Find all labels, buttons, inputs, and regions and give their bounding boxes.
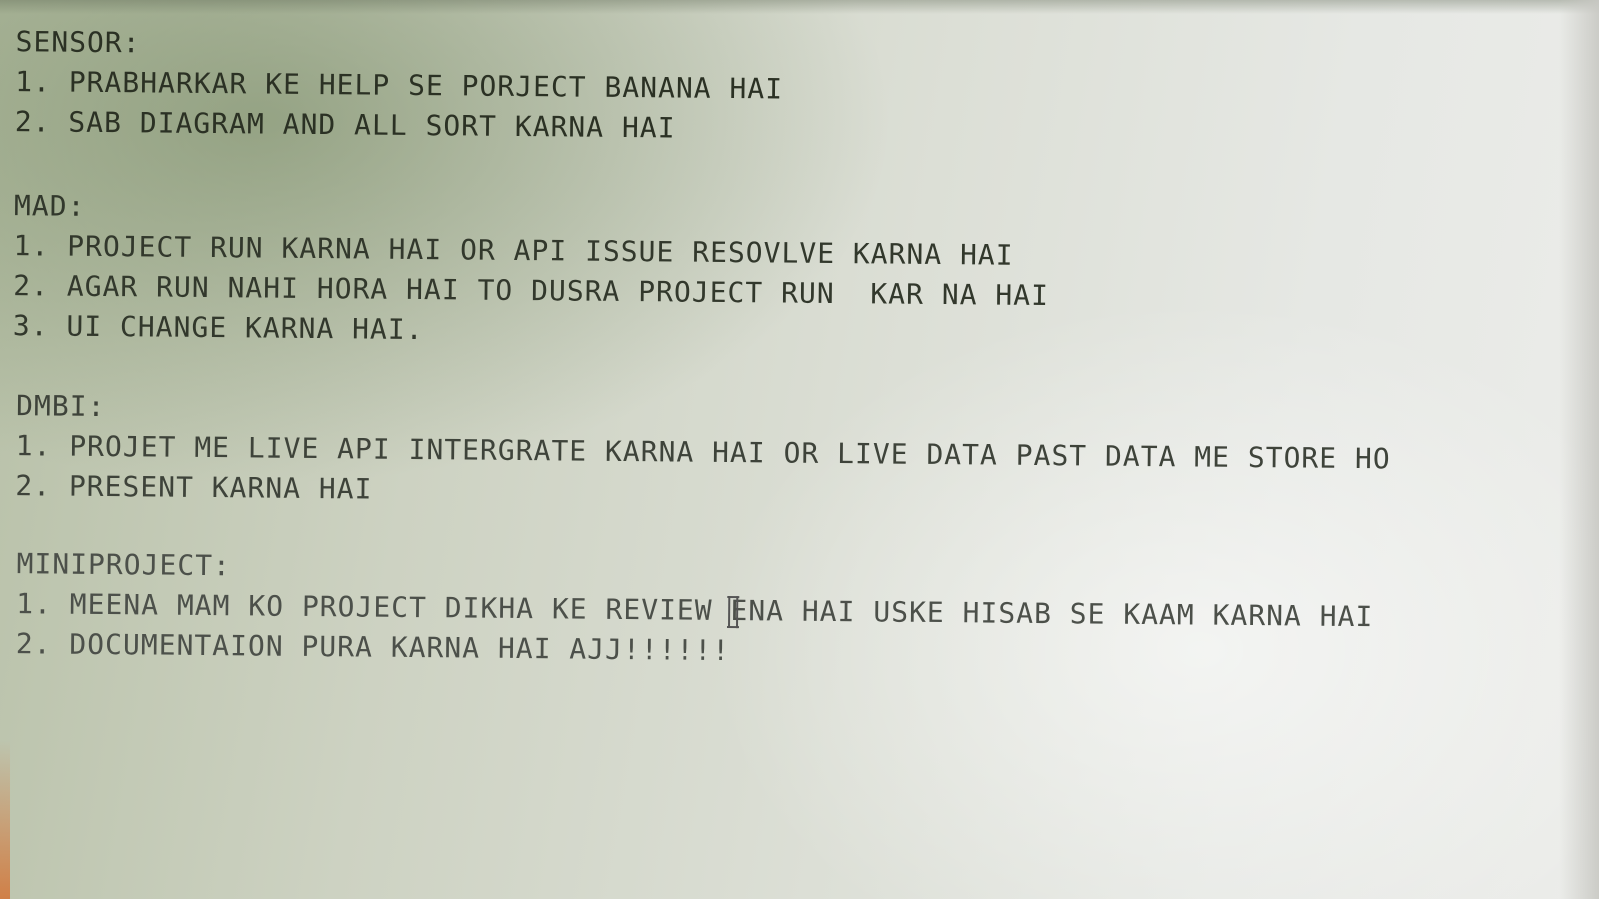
list-item: 2. SAB DIAGRAM AND ALL SORT KARNA HAI: [14, 105, 676, 145]
section-dmbi: DMBI: 1. PROJET ME LIVE API INTERGRATE K…: [15, 386, 1391, 519]
list-item-text: ENA HAI USKE HISAB SE KAAM KARNA HAI: [730, 594, 1374, 634]
section-miniproject: MINIPROJECT: 1. MEENA MAM KO PROJECT DIK…: [16, 544, 1374, 677]
text-editor-area[interactable]: SENSOR: 1. PRABHARKAR KE HELP SE PORJECT…: [0, 0, 1560, 895]
list-item-text: 1. MEENA MAM KO PROJECT DIKHA KE REVIEW: [16, 587, 731, 628]
section-sensor: SENSOR: 1. PRABHARKAR KE HELP SE PORJECT…: [15, 22, 784, 149]
section-mad: MAD: 1. PROJECT RUN KARNA HAI OR API ISS…: [13, 186, 1050, 356]
screen-right-glare: [1559, 0, 1599, 899]
